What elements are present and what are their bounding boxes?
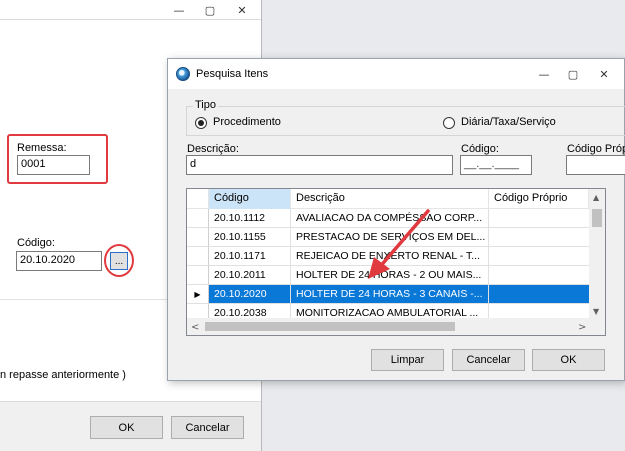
- codigo-mask-field[interactable]: __.__.____: [460, 155, 532, 175]
- scroll-up-icon[interactable]: ▲: [593, 193, 599, 202]
- red-arrow-annotation: [368, 209, 430, 279]
- search-ellipsis-button[interactable]: ...: [110, 252, 128, 270]
- background-footer: OK Cancelar: [0, 401, 261, 451]
- cell-codigo[interactable]: 20.10.1155: [209, 228, 291, 247]
- cell-codigo[interactable]: 20.10.1112: [209, 209, 291, 228]
- cell-codigo[interactable]: 20.10.2011: [209, 266, 291, 285]
- row-header[interactable]: [187, 266, 209, 285]
- diaria-label: Diária/Taxa/Serviço: [461, 116, 556, 128]
- cell-proprio[interactable]: [489, 228, 590, 247]
- close-icon[interactable]: ✕: [228, 0, 256, 20]
- scroll-corner: [589, 318, 605, 335]
- remessa-field[interactable]: 0001: [17, 155, 90, 175]
- column-codigo[interactable]: Código: [209, 189, 291, 209]
- dialog-minimize-icon[interactable]: —: [530, 64, 558, 84]
- remessa-label: Remessa:: [17, 142, 67, 154]
- minimize-icon[interactable]: —: [165, 0, 193, 20]
- pesquisa-itens-dialog: Pesquisa Itens — ▢ ✕ Tipo Procedimento D…: [167, 58, 625, 381]
- descricao-label: Descrição:: [187, 143, 239, 155]
- column-codigo-proprio[interactable]: Código Próprio: [489, 189, 589, 209]
- procedimento-label: Procedimento: [213, 116, 281, 128]
- table-row-selected[interactable]: ▶ 20.10.2020 HOLTER DE 24 HORAS - 3 CANA…: [187, 285, 590, 304]
- horizontal-scrollbar[interactable]: < >: [187, 318, 590, 335]
- cell-codigo[interactable]: 20.10.2020: [209, 285, 291, 304]
- cell-proprio[interactable]: [489, 209, 590, 228]
- row-header[interactable]: [187, 228, 209, 247]
- dialog-title: Pesquisa Itens: [196, 68, 269, 80]
- scroll-down-icon[interactable]: ▼: [593, 307, 599, 316]
- procedimento-radio[interactable]: [195, 117, 207, 129]
- cancel-button[interactable]: Cancelar: [171, 416, 244, 439]
- limpar-button[interactable]: Limpar: [371, 349, 444, 371]
- cell-codigo[interactable]: 20.10.1171: [209, 247, 291, 266]
- cancelar-button[interactable]: Cancelar: [452, 349, 525, 371]
- codigo-field[interactable]: 20.10.2020: [16, 251, 102, 271]
- scroll-left-icon[interactable]: <: [191, 322, 199, 333]
- vertical-scroll-thumb[interactable]: [592, 209, 602, 227]
- diaria-radio[interactable]: [443, 117, 455, 129]
- dialog-close-icon[interactable]: ✕: [590, 64, 618, 84]
- cell-proprio[interactable]: [489, 247, 590, 266]
- background-titlebar: — ▢ ✕: [0, 0, 261, 20]
- row-header-corner: [187, 189, 209, 209]
- tipo-label: Tipo: [193, 99, 218, 111]
- codigo-proprio-field[interactable]: [566, 155, 625, 175]
- row-header[interactable]: [187, 247, 209, 266]
- dialog-maximize-icon[interactable]: ▢: [559, 64, 587, 84]
- repasse-text: n repasse anteriormente ): [0, 369, 126, 381]
- dialog-titlebar: Pesquisa Itens — ▢ ✕: [168, 59, 624, 89]
- descricao-field[interactable]: d: [186, 155, 453, 175]
- scroll-right-icon[interactable]: >: [578, 322, 586, 333]
- codigo-proprio-label: Código Próp: [567, 143, 625, 155]
- vertical-scrollbar[interactable]: ▲ ▼: [589, 189, 605, 319]
- app-icon: [176, 67, 190, 81]
- current-row-marker-icon[interactable]: ▶: [187, 285, 209, 304]
- maximize-icon[interactable]: ▢: [196, 0, 224, 20]
- ok-button[interactable]: OK: [90, 416, 163, 439]
- codigo-label: Código:: [17, 237, 55, 249]
- codigo-label-dialog: Código:: [461, 143, 499, 155]
- cell-descricao[interactable]: HOLTER DE 24 HORAS - 3 CANAIS -...: [291, 285, 489, 304]
- horizontal-scroll-thumb[interactable]: [205, 322, 455, 331]
- row-header[interactable]: [187, 209, 209, 228]
- cell-proprio[interactable]: [489, 285, 590, 304]
- dialog-ok-button[interactable]: OK: [532, 349, 605, 371]
- cell-proprio[interactable]: [489, 266, 590, 285]
